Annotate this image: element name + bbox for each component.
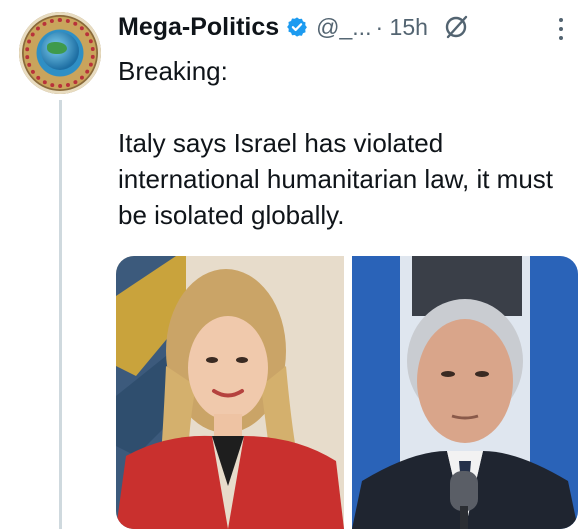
media-grid (116, 256, 578, 529)
muted-icon[interactable] (442, 13, 470, 41)
tweet-header: Mega-Politics @_... · 15h (118, 10, 470, 44)
time-value: 15h (389, 13, 428, 40)
avatar[interactable] (19, 12, 101, 94)
timestamp[interactable]: · 15h (375, 14, 427, 41)
user-handle[interactable]: @_... (316, 14, 371, 41)
man-portrait-image (352, 256, 578, 529)
thread-line (59, 100, 62, 529)
tweet-text-line2: Italy says Israel has violated internati… (118, 128, 554, 230)
photo-left[interactable] (116, 256, 344, 529)
tweet-text-line1: Breaking: (118, 56, 228, 86)
verified-badge-icon (287, 17, 308, 37)
separator-dot: · (375, 13, 384, 40)
globe-land (47, 42, 67, 54)
photo-right[interactable] (352, 256, 578, 529)
woman-portrait-image (116, 256, 344, 529)
display-name[interactable]: Mega-Politics (118, 13, 279, 42)
tweet-text: Breaking: Italy says Israel has violated… (118, 53, 568, 233)
more-vertical-icon[interactable] (557, 18, 565, 46)
